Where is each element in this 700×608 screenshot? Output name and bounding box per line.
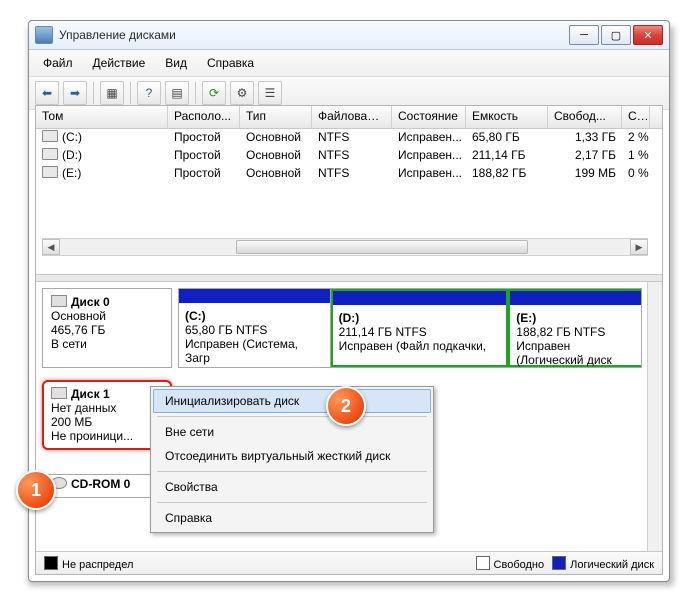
callout-badge-2: 2 [326, 386, 366, 426]
disk-icon [51, 295, 67, 307]
col-status[interactable]: Состояние [392, 106, 466, 128]
app-icon [35, 26, 53, 44]
col-free[interactable]: Свобод... [548, 106, 622, 128]
partition-d[interactable]: (D:) 211,14 ГБ NTFS Исправен (Файл подка… [331, 289, 509, 367]
partition-c[interactable]: (C:) 65,80 ГБ NTFS Исправен (Система, За… [179, 289, 331, 367]
scroll-left-icon[interactable]: ◀ [42, 239, 60, 255]
table-row[interactable]: (E:) Простой Основной NTFS Исправен... 1… [36, 165, 662, 183]
menubar: Файл Действие Вид Справка [29, 50, 669, 77]
col-type[interactable]: Тип [240, 106, 312, 128]
disk-row-0: Диск 0 Основной 465,76 ГБ В сети (C:) 65… [36, 282, 648, 374]
forward-icon[interactable]: ➡ [63, 81, 87, 105]
swatch-free [476, 556, 490, 570]
help-icon[interactable]: ? [137, 81, 161, 105]
swatch-logical [552, 556, 566, 570]
table-row[interactable]: (D:) Простой Основной NTFS Исправен... 2… [36, 147, 662, 165]
splitter[interactable] [36, 274, 662, 282]
column-headers[interactable]: Том Располо... Тип Файловая с... Состоян… [36, 106, 662, 129]
refresh-icon[interactable]: ⟳ [202, 81, 226, 105]
tool-icon[interactable]: ▤ [165, 81, 189, 105]
minimize-button[interactable]: ─ [569, 25, 599, 45]
menu-help[interactable]: Справка [153, 506, 431, 530]
col-volume[interactable]: Том [36, 106, 168, 128]
drive-icon [42, 166, 58, 178]
list-icon[interactable]: ☰ [258, 81, 282, 105]
menu-view[interactable]: Вид [157, 54, 195, 72]
volume-list: Том Располо... Тип Файловая с... Состоян… [36, 106, 662, 256]
table-row[interactable]: (C:) Простой Основной NTFS Исправен... 6… [36, 129, 662, 147]
menu-detach-vhd[interactable]: Отсоединить виртуальный жесткий диск [153, 444, 431, 468]
view-icon[interactable]: ▦ [100, 81, 124, 105]
maximize-button[interactable]: ▢ [601, 25, 631, 45]
action-icon[interactable]: ⚙ [230, 81, 254, 105]
menu-file[interactable]: Файл [35, 54, 81, 72]
v-scrollbar[interactable] [647, 282, 662, 552]
drive-icon [42, 148, 58, 160]
menu-initialize-disk[interactable]: Инициализировать диск [153, 389, 431, 413]
scroll-thumb[interactable] [236, 240, 528, 254]
menu-action[interactable]: Действие [85, 54, 154, 72]
h-scrollbar[interactable]: ◀ ▶ [42, 238, 648, 256]
col-capacity[interactable]: Емкость [466, 106, 548, 128]
col-fs[interactable]: Файловая с... [312, 106, 392, 128]
titlebar[interactable]: Управление дисками ─ ▢ ✕ [29, 21, 669, 50]
callout-badge-1: 1 [16, 470, 56, 510]
context-menu: Инициализировать диск Вне сети Отсоедини… [150, 386, 434, 533]
menu-properties[interactable]: Свойства [153, 475, 431, 499]
close-button[interactable]: ✕ [633, 25, 663, 45]
menu-offline[interactable]: Вне сети [153, 420, 431, 444]
menu-help[interactable]: Справка [199, 54, 262, 72]
disk0-header[interactable]: Диск 0 Основной 465,76 ГБ В сети [42, 288, 172, 368]
legend: Не распредел Свободно Логический диск [36, 551, 662, 574]
back-icon[interactable]: ⬅ [35, 81, 59, 105]
disk-icon [51, 387, 67, 399]
scroll-right-icon[interactable]: ▶ [630, 239, 648, 255]
window-title: Управление дисками [59, 28, 569, 42]
swatch-unallocated [44, 556, 58, 570]
partition-e[interactable]: (E:) 188,82 ГБ NTFS Исправен (Логический… [508, 289, 641, 367]
col-layout[interactable]: Располо... [168, 106, 240, 128]
col-pct[interactable]: Св [622, 106, 650, 128]
drive-icon [42, 130, 58, 142]
